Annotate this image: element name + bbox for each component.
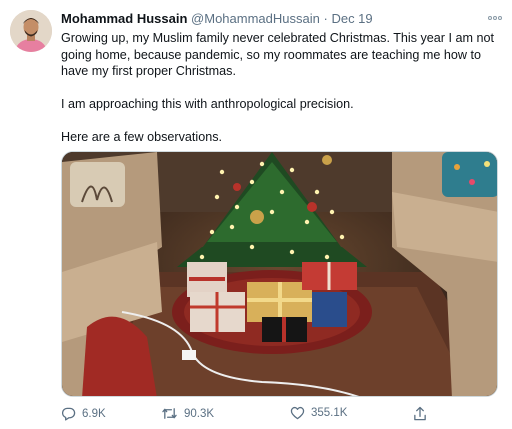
retweet-count: 90.3K [184,407,215,420]
tweet-text: Growing up, my Muslim family never celeb… [61,30,499,146]
tweet-paragraph: I am approaching this with anthropologic… [61,97,354,111]
user-handle[interactable]: @MohammadHussain [191,11,320,26]
avatar-image [10,10,52,52]
separator-dot: · [323,11,328,26]
more-icon[interactable] [488,9,502,24]
retweet-button[interactable]: 90.3K [161,406,214,421]
avatar[interactable] [10,10,52,52]
tweet-date[interactable]: Dec 19 [331,11,372,26]
share-button[interactable] [413,406,427,421]
tweet: Mohammad Hussain @MohammadHussain · Dec … [0,0,512,429]
reply-button[interactable]: 6.9K [61,406,106,421]
tweet-paragraph: Growing up, my Muslim family never celeb… [61,31,494,78]
tweet-photo[interactable] [61,151,498,397]
christmas-tree-photo [62,152,497,396]
tweet-paragraph: Here are a few observations. [61,130,223,144]
reply-count: 6.9K [82,407,106,420]
like-count: 355.1K [311,407,348,419]
reply-icon [61,406,76,421]
tweet-actions: 6.9K 90.3K 355.1K [61,406,501,424]
share-icon [413,406,427,421]
like-button[interactable]: 355.1K [290,406,347,420]
heart-icon [290,406,305,420]
display-name[interactable]: Mohammad Hussain [61,11,187,26]
retweet-icon [161,406,178,421]
tweet-header: Mohammad Hussain @MohammadHussain · Dec … [61,11,502,29]
